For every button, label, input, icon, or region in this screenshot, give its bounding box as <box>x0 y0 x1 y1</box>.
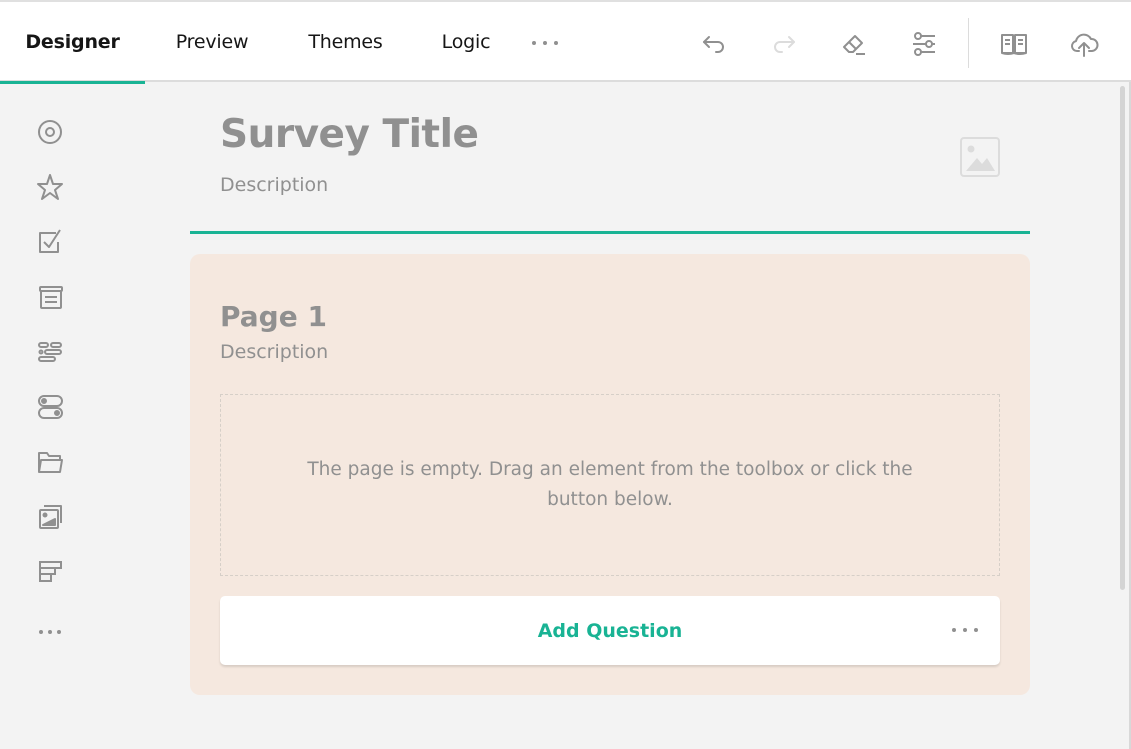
add-question-label: Add Question <box>537 619 683 642</box>
more-dot <box>963 628 967 632</box>
help-button[interactable] <box>994 24 1034 64</box>
more-horizontal-icon <box>39 630 61 634</box>
tab-label: Designer <box>25 31 120 53</box>
tab-designer[interactable]: Designer <box>0 2 145 84</box>
more-dot <box>554 41 558 45</box>
scrollbar-thumb[interactable] <box>1120 86 1125 590</box>
toolbox-item-ranking[interactable] <box>30 552 70 592</box>
image-placeholder-icon <box>960 137 1000 177</box>
toolbox-item-imagepicker[interactable] <box>30 497 70 537</box>
add-question-button[interactable]: Add Question <box>220 596 1000 665</box>
tab-label: Logic <box>441 31 491 53</box>
cloud-upload-icon <box>1071 33 1099 57</box>
toolbox-item-checkbox[interactable] <box>30 221 70 261</box>
settings-sliders-icon <box>913 32 935 56</box>
book-icon <box>1001 34 1027 55</box>
toolbox-item-rating[interactable] <box>30 167 70 207</box>
more-dot <box>543 41 547 45</box>
redo-button[interactable] <box>764 24 804 64</box>
tabs-more-button[interactable] <box>530 32 560 56</box>
publish-button[interactable] <box>1064 24 1104 64</box>
page-description[interactable]: Description <box>220 341 328 363</box>
page-title[interactable]: Page 1 <box>220 300 327 333</box>
tab-themes[interactable]: Themes <box>279 2 412 82</box>
toolbox-item-boolean[interactable] <box>30 387 70 427</box>
ranking-icon <box>39 561 62 582</box>
toolbox-item-radiogroup[interactable] <box>30 112 70 152</box>
dropdown-list-icon <box>39 286 63 309</box>
survey-header-divider <box>190 231 1030 234</box>
undo-button[interactable] <box>694 24 734 64</box>
boolean-toggle-icon <box>38 395 63 419</box>
image-picker-icon <box>39 505 62 529</box>
top-bar: Designer Preview Themes Logic <box>0 0 1131 84</box>
more-horizontal-icon <box>952 628 956 632</box>
tab-logic[interactable]: Logic <box>412 2 520 82</box>
tab-label: Preview <box>175 31 249 53</box>
toolbox-item-dropdown[interactable] <box>30 277 70 317</box>
toolbox-item-file[interactable] <box>30 442 70 482</box>
survey-settings-button[interactable] <box>904 24 944 64</box>
empty-page-message: The page is empty. Drag an element from … <box>307 459 913 510</box>
survey-description[interactable]: Description <box>220 174 328 196</box>
toolbox-item-tagbox[interactable] <box>30 332 70 372</box>
tab-preview[interactable]: Preview <box>145 2 279 82</box>
more-horizontal-icon <box>532 41 536 45</box>
page-card[interactable]: Page 1 Description The page is empty. Dr… <box>190 254 1030 695</box>
tagbox-icon <box>38 342 62 362</box>
survey-title[interactable]: Survey Title <box>220 112 479 157</box>
survey-logo-placeholder[interactable] <box>958 136 1002 180</box>
page-drop-zone[interactable]: The page is empty. Drag an element from … <box>220 394 1000 576</box>
tab-label: Themes <box>308 31 383 53</box>
question-type-more-button[interactable] <box>950 620 980 640</box>
eraser-icon <box>843 35 865 55</box>
rating-star-icon <box>37 174 63 200</box>
file-folder-icon <box>38 452 63 473</box>
more-dot <box>974 628 978 632</box>
redo-icon <box>774 36 795 53</box>
radio-group-icon <box>38 120 62 144</box>
undo-icon <box>703 36 724 53</box>
toolbar-separator <box>968 18 969 68</box>
checkbox-icon <box>39 229 61 253</box>
toolbox-more-button[interactable] <box>30 612 70 652</box>
clear-survey-button[interactable] <box>834 24 874 64</box>
